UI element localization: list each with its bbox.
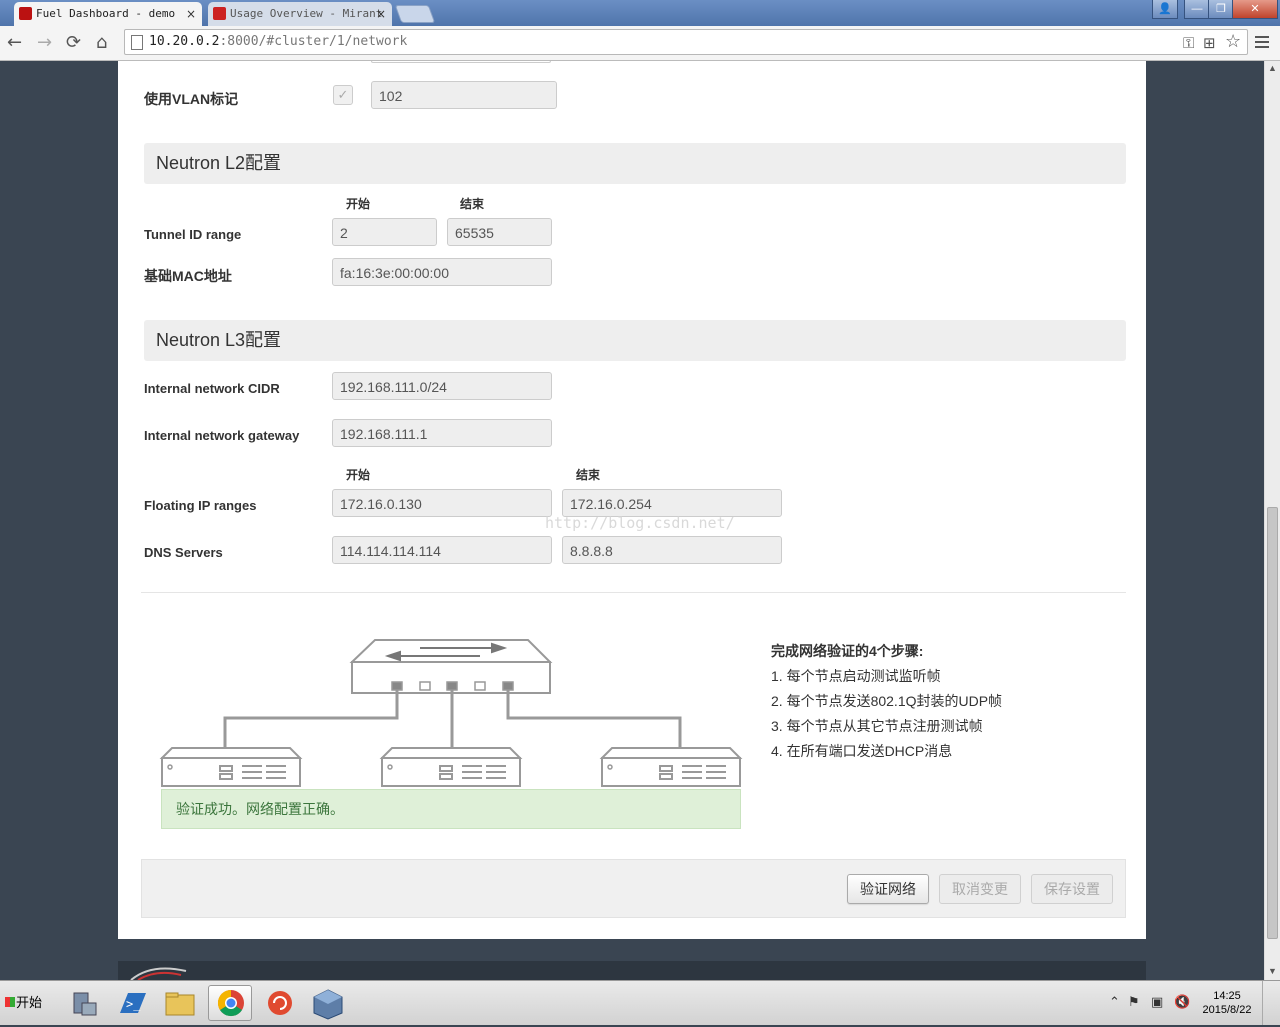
verification-step: 1. 每个节点启动测试监听帧	[771, 668, 941, 684]
column-head-start: 开始	[346, 197, 371, 211]
chrome-icon	[217, 989, 244, 1017]
floating-ip-label: Floating IP ranges	[144, 498, 257, 513]
show-desktop-button[interactable]	[1262, 981, 1279, 1025]
internal-cidr-label: Internal network CIDR	[144, 381, 280, 396]
column-head-start: 开始	[346, 468, 371, 482]
translate-icon[interactable]: ⊞	[1203, 34, 1216, 52]
spiral-app-icon	[268, 991, 292, 1015]
clock-date: 2015/8/22	[1202, 1004, 1252, 1016]
tab-usage-overview[interactable]: Usage Overview - Mirant ×	[208, 2, 392, 26]
volume-muted-icon[interactable]: 🔇	[1174, 995, 1190, 1010]
dns-server-2-input[interactable]: 8.8.8.8	[562, 536, 782, 564]
scrollbar-thumb[interactable]	[1267, 507, 1278, 939]
key-icon[interactable]: ⚿	[1183, 34, 1194, 52]
clock-time: 14:25	[1213, 990, 1241, 1002]
reload-icon[interactable]: ⟳	[66, 32, 81, 53]
tab-fuel-dashboard[interactable]: Fuel Dashboard - demo ×	[14, 2, 202, 26]
restore-button[interactable]: ❐	[1208, 0, 1234, 19]
floating-ip-end-input[interactable]: 172.16.0.254	[562, 489, 782, 517]
back-icon[interactable]: ←	[7, 32, 22, 53]
menu-icon[interactable]	[1255, 33, 1269, 51]
tunnel-id-end-input[interactable]: 65535	[447, 218, 552, 246]
page-icon	[131, 35, 143, 50]
openstack-logo-icon	[213, 7, 226, 20]
taskbar-app-powershell[interactable]: >_	[110, 985, 154, 1021]
page-footer	[118, 961, 1146, 980]
column-head-end: 结束	[460, 197, 485, 211]
verification-step: 2. 每个节点发送802.1Q封装的UDP帧	[771, 693, 1003, 709]
tab-strip: Fuel Dashboard - demo × Usage Overview -…	[0, 0, 1280, 26]
bookmark-star-icon[interactable]: ☆	[1225, 31, 1241, 52]
windows-flag-icon	[5, 997, 15, 1007]
section-neutron-l2: Neutron L2配置	[144, 143, 1126, 184]
home-icon[interactable]: ⌂	[96, 32, 107, 53]
taskbar-app-explorer[interactable]	[158, 985, 202, 1021]
column-head-end: 结束	[576, 468, 601, 482]
taskbar-app-chrome[interactable]	[208, 985, 252, 1021]
tab-title: Fuel Dashboard - demo	[36, 7, 176, 20]
taskbar-app-server-manager[interactable]	[62, 985, 106, 1021]
verify-network-button[interactable]: 验证网络	[847, 874, 929, 904]
vlan-label: 使用VLAN标记	[144, 91, 239, 107]
verification-step: 4. 在所有端口发送DHCP消息	[771, 743, 953, 759]
forward-icon[interactable]: →	[37, 32, 52, 53]
page-scrollbar[interactable]: ▲ ▼	[1264, 61, 1280, 980]
field-above-cutoff	[371, 61, 551, 63]
folder-icon	[165, 992, 195, 1016]
start-label: 开始	[16, 995, 43, 1010]
base-mac-input[interactable]: fa:16:3e:00:00:00	[332, 258, 552, 286]
close-window-button[interactable]: ✕	[1232, 0, 1278, 19]
taskbar-app-virtualbox[interactable]	[306, 985, 350, 1021]
scroll-down-icon[interactable]: ▼	[1268, 966, 1277, 976]
section-neutron-l3: Neutron L3配置	[144, 320, 1126, 361]
minimize-button[interactable]: —	[1184, 0, 1210, 19]
verification-steps-title: 完成网络验证的4个步骤:	[771, 643, 924, 659]
tray-overflow-icon[interactable]: ⌃	[1109, 995, 1120, 1010]
scroll-up-icon[interactable]: ▲	[1268, 63, 1277, 73]
internal-gateway-input[interactable]: 192.168.111.1	[332, 419, 552, 447]
close-tab-icon[interactable]: ×	[186, 2, 196, 26]
start-button[interactable]: 开始	[2, 989, 50, 1017]
tab-title: Usage Overview - Mirant	[230, 7, 383, 20]
vlan-id-input[interactable]: 102	[371, 81, 557, 109]
divider	[141, 592, 1126, 593]
virtualbox-icon	[313, 989, 343, 1020]
browser-toolbar: ← → ⟳ ⌂ 10.20.0.2:8000/#cluster/1/networ…	[0, 26, 1280, 61]
url-text[interactable]: 10.20.0.2:8000/#cluster/1/network	[149, 34, 407, 49]
system-clock[interactable]: 14:25 2015/8/22	[1196, 989, 1258, 1017]
floating-ip-start-input[interactable]: 172.16.0.130	[332, 489, 552, 517]
internal-gateway-label: Internal network gateway	[144, 428, 300, 443]
tunnel-id-start-input[interactable]: 2	[332, 218, 437, 246]
cancel-changes-button[interactable]: 取消变更	[939, 874, 1021, 904]
network-icon[interactable]: ▣	[1151, 995, 1163, 1010]
tunnel-id-range-label: Tunnel ID range	[144, 227, 242, 242]
new-tab-button[interactable]	[394, 5, 436, 23]
base-mac-label: 基础MAC地址	[144, 268, 232, 284]
mirantis-logo-icon	[130, 967, 187, 980]
verification-success-alert: 验证成功。网络配置正确。	[161, 789, 741, 829]
network-verification-diagram	[159, 639, 743, 787]
dns-server-1-input[interactable]: 114.114.114.114	[332, 536, 552, 564]
dns-servers-label: DNS Servers	[144, 545, 223, 560]
server-manager-icon	[73, 992, 97, 1016]
action-center-flag-icon[interactable]: ⚑	[1128, 995, 1140, 1010]
internal-cidr-input[interactable]: 192.168.111.0/24	[332, 372, 552, 400]
user-profile-button[interactable]: 👤	[1152, 0, 1178, 19]
windows-taskbar: 开始 >_ ⌃ ⚑ ▣ 🔇 14:25 2015/8/22	[0, 980, 1280, 1025]
fuel-logo-icon	[19, 7, 32, 20]
powershell-icon: >_	[120, 993, 146, 1013]
save-settings-button[interactable]: 保存设置	[1031, 874, 1113, 904]
svg-text:>_: >_	[126, 997, 141, 1011]
taskbar-app-spiral[interactable]	[258, 985, 302, 1021]
address-bar[interactable]: 10.20.0.2:8000/#cluster/1/network ⚿ ⊞ ☆	[124, 29, 1248, 55]
close-tab-icon[interactable]: ×	[376, 2, 386, 26]
watermark: http://blog.csdn.net/	[545, 514, 735, 532]
vlan-checkbox[interactable]: ✓	[333, 85, 353, 105]
verification-step: 3. 每个节点从其它节点注册测试帧	[771, 718, 983, 734]
